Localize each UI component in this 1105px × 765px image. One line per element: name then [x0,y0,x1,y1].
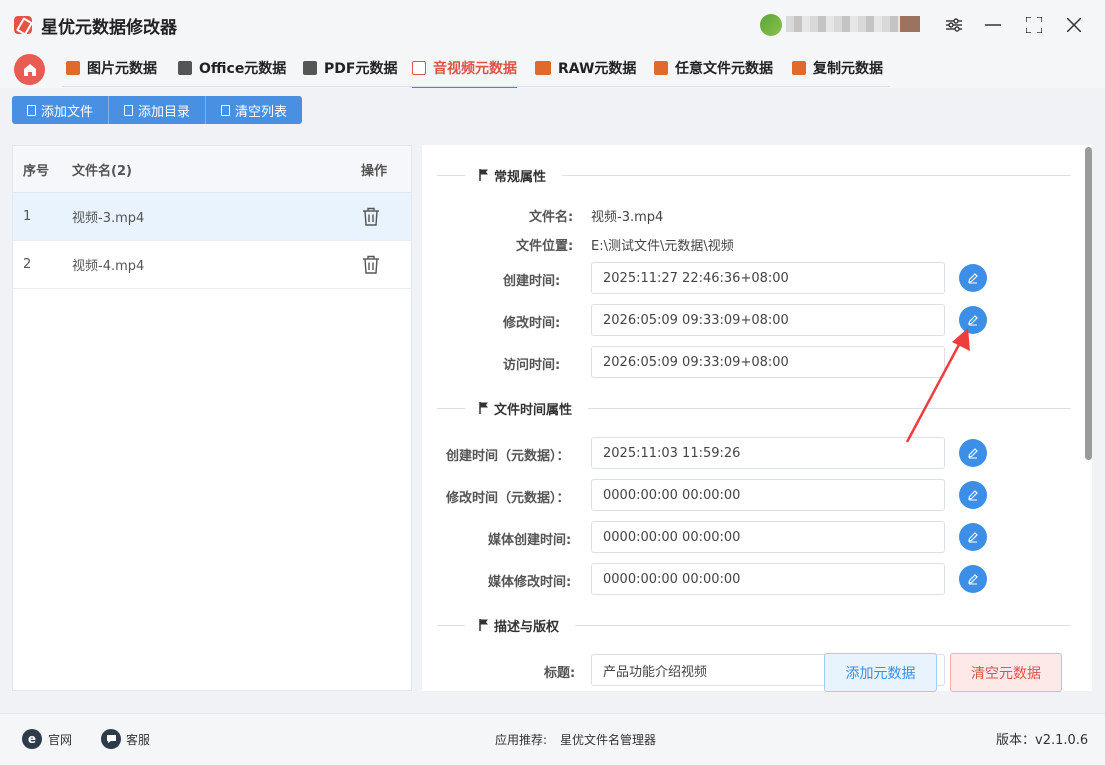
app-title: 星优元数据修改器 [41,18,177,38]
pencil-icon [968,448,978,459]
detail-scrollbar[interactable] [1085,147,1092,460]
pencil-icon [968,532,978,543]
tab-pdf-metadata[interactable]: PDF元数据 [303,50,397,86]
section-description: 描述与版权 [437,618,1071,635]
accessed-time-label: 访问时间: [503,358,561,373]
meta-created-label: 创建时间（元数据）： [446,449,570,464]
table-row[interactable]: 1 视频-3.mp4 [13,193,411,241]
clear-metadata-button[interactable]: 清空元数据 [950,653,1062,692]
row-index: 1 [23,209,32,224]
tab-av-metadata[interactable]: 音视频元数据 [412,50,517,88]
tab-copy-metadata[interactable]: 复制元数据 [792,50,883,86]
website-icon[interactable]: e [22,729,42,749]
trash-icon [221,104,231,116]
pencil-icon [968,490,978,501]
copy-icon [792,61,806,75]
row-filename: 视频-3.mp4 [72,211,145,226]
header-index: 序号 [23,163,50,179]
office-icon [178,61,192,75]
close-icon[interactable] [1061,12,1087,38]
section-title: 描述与版权 [494,620,560,635]
user-name-blurred[interactable] [786,16,920,32]
header-filename: 文件名(2) [72,163,132,179]
meta-modified-label: 修改时间（元数据）： [446,491,570,506]
modified-time-input[interactable]: 2026:05:09 09:33:09+08:00 [591,304,945,336]
raw-icon [535,61,551,75]
delete-icon[interactable] [362,207,380,226]
home-button[interactable] [14,54,45,85]
accessed-time-input[interactable]: 2026:05:09 09:33:09+08:00 [591,346,945,378]
document-icon [124,104,134,116]
edit-media-created-button[interactable] [959,523,987,551]
file-icon [654,61,668,75]
meta-created-input[interactable]: 2025:11:03 11:59:26 [591,437,945,469]
tab-divider [62,86,890,87]
pdf-icon [303,61,317,75]
table-row[interactable]: 2 视频-4.mp4 [13,241,411,289]
app-logo-icon [14,16,32,34]
file-list-panel: 序号 文件名(2) 操作 1 视频-3.mp4 2 视频-4.mp4 [12,145,412,691]
delete-icon[interactable] [362,255,380,274]
created-time-label: 创建时间: [503,274,561,289]
title-label: 标题: [544,666,576,681]
section-title: 文件时间属性 [494,403,573,418]
document-icon [27,104,36,116]
media-modified-label: 媒体修改时间: [488,575,572,590]
edit-meta-modified-button[interactable] [959,481,987,509]
flag-icon [479,402,488,414]
minimize-icon[interactable] [980,12,1006,38]
clear-list-button[interactable]: 清空列表 [206,96,303,124]
section-title: 常规属性 [494,170,547,185]
media-created-input[interactable]: 0000:00:00 00:00:00 [591,521,945,553]
video-icon [412,61,426,75]
user-avatar[interactable] [760,14,782,36]
pencil-icon [968,574,978,585]
tab-office-metadata[interactable]: Office元数据 [178,50,286,86]
header-operation: 操作 [361,163,388,179]
filepath-label: 文件位置: [516,239,574,254]
add-metadata-button[interactable]: 添加元数据 [824,653,937,692]
metadata-detail-panel [422,145,1092,691]
section-general: 常规属性 [437,168,1071,185]
created-time-input[interactable]: 2025:11:27 22:46:36+08:00 [591,262,945,294]
settings-icon[interactable] [941,12,967,38]
file-table-header: 序号 文件名(2) 操作 [13,146,411,193]
row-index: 2 [23,257,32,272]
title-bar: 星优元数据修改器 [0,0,1105,50]
tab-any-file-metadata[interactable]: 任意文件元数据 [654,50,773,86]
customer-service-link[interactable]: 客服 [126,731,150,748]
media-created-label: 媒体创建时间: [488,533,572,548]
filename-value: 视频-3.mp4 [591,210,664,225]
row-filename: 视频-4.mp4 [72,259,145,274]
tab-raw-metadata[interactable]: RAW元数据 [535,50,636,86]
image-icon [66,61,80,75]
recommend-label: 应用推荐: [495,733,548,747]
edit-media-modified-button[interactable] [959,565,987,593]
add-directory-button[interactable]: 添加目录 [109,96,207,124]
filepath-value: E:\测试文件\元数据\视频 [591,239,734,254]
modified-time-label: 修改时间: [503,316,561,331]
maximize-icon[interactable] [1021,12,1047,38]
home-icon [23,63,36,76]
meta-modified-input[interactable]: 0000:00:00 00:00:00 [591,479,945,511]
pencil-icon [968,273,978,284]
toolbar: 添加文件 添加目录 清空列表 [12,96,303,124]
flag-icon [479,619,488,631]
chat-icon[interactable] [101,729,121,749]
add-file-button[interactable]: 添加文件 [12,96,110,124]
tab-image-metadata[interactable]: 图片元数据 [66,50,157,86]
flag-icon [479,169,488,181]
website-link[interactable]: 官网 [48,731,72,748]
edit-created-time-button[interactable] [959,264,987,292]
filename-label: 文件名: [529,210,574,225]
tab-bar: 图片元数据 Office元数据 PDF元数据 音视频元数据 RAW元数据 任意文… [0,50,1105,88]
media-modified-input[interactable]: 0000:00:00 00:00:00 [591,563,945,595]
recommend-app-link[interactable]: 星优文件名管理器 [560,731,656,748]
annotation-arrow-icon [905,328,970,443]
version-text: 版本：v2.1.0.6 [996,733,1089,748]
footer: e 官网 客服 应用推荐: 星优文件名管理器 版本：v2.1.0.6 [0,713,1105,765]
